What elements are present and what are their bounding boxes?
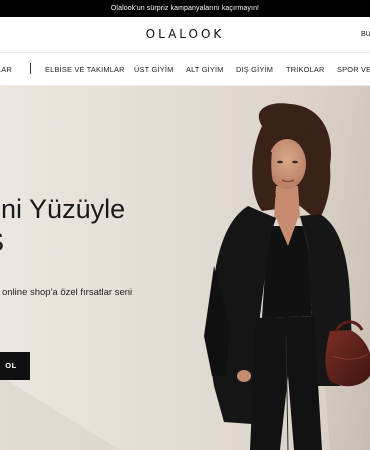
nav-item-elbise-ve-takimlar[interactable]: ELBİSE VE TAKIMLAR <box>45 65 125 74</box>
header-right-link[interactable]: BU <box>361 31 370 38</box>
header: OLALOOK BU <box>0 17 370 52</box>
hero-subtitle: online shop'a özel fırsatlar seni <box>2 287 133 298</box>
nav-item-dis-giyim[interactable]: DIŞ GİYİM <box>236 65 273 74</box>
announcement-text: Olalook'un sürpriz kampanyalarını kaçırm… <box>110 5 260 12</box>
main-nav: LAR ELBİSE VE TAKIMLAR ÜST GİYİM ALT GİY… <box>0 53 370 85</box>
page: Olalook'un sürpriz kampanyalarını kaçırm… <box>0 0 370 450</box>
nav-item-trikolar[interactable]: TRİKOLAR <box>286 65 325 74</box>
hero-title: eni Yüzüyle Ş <box>0 193 125 259</box>
logo[interactable]: OLALOOK <box>0 27 370 41</box>
hero-model-image <box>0 86 370 450</box>
nav-item-ust-giyim[interactable]: ÜST GİYİM <box>134 65 173 74</box>
hero-title-line-2: Ş <box>0 226 125 259</box>
hero-cta-button[interactable]: OL <box>0 352 30 380</box>
hero-title-line-1: eni Yüzüyle <box>0 194 126 224</box>
hero-banner[interactable]: eni Yüzüyle Ş online shop'a özel fırsatl… <box>0 86 370 450</box>
announcement-bar[interactable]: Olalook'un sürpriz kampanyalarını kaçırm… <box>0 0 370 17</box>
nav-item-lar[interactable]: LAR <box>0 65 12 74</box>
nav-separator <box>30 63 31 74</box>
nav-item-spor-ve[interactable]: SPOR VE <box>337 65 370 74</box>
nav-item-alt-giyim[interactable]: ALT GİYİM <box>186 65 224 74</box>
